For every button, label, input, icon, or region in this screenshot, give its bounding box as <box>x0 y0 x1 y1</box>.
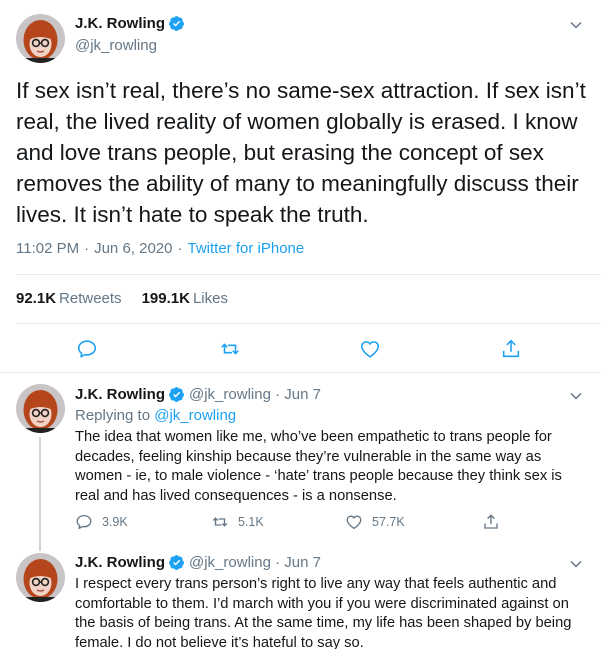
tweet-text: I respect every trans person’s right to … <box>75 576 572 649</box>
avatar[interactable] <box>16 14 65 63</box>
tweet-date[interactable]: Jun 6, 2020 <box>94 240 172 257</box>
retweets-stat[interactable]: 92.1K Retweets <box>16 290 122 307</box>
like-icon <box>346 515 362 530</box>
replying-to: Replying to @jk_rowling <box>75 407 236 424</box>
author-name-text[interactable]: J.K. Rowling <box>75 15 165 32</box>
like-count: 57.7K <box>372 515 405 529</box>
author-name[interactable]: J.K. Rowling <box>75 554 165 571</box>
share-icon[interactable] <box>500 338 522 360</box>
retweet-count: 5.1K <box>238 515 264 529</box>
tweet-stats: 92.1K Retweets 199.1K Likes <box>16 290 248 307</box>
avatar[interactable] <box>16 384 65 433</box>
chevron-down-icon[interactable] <box>569 557 583 571</box>
replying-to-handle[interactable]: @jk_rowling <box>154 407 236 424</box>
reply-icon <box>76 514 92 530</box>
replying-to-label: Replying to <box>75 407 151 424</box>
divider <box>16 323 601 324</box>
avatar[interactable] <box>16 553 65 602</box>
author-handle[interactable]: @jk_rowling <box>189 554 271 571</box>
separator-dot: · <box>270 386 285 403</box>
thread-line <box>39 437 41 543</box>
tweet-source[interactable]: Twitter for iPhone <box>188 240 305 257</box>
tweet-date[interactable]: Jun 7 <box>284 386 321 403</box>
likes-stat[interactable]: 199.1K Likes <box>142 290 228 307</box>
tweet-actions: 3.9K 5.1K 57.7K <box>75 513 505 533</box>
author-handle[interactable]: @jk_rowling <box>189 386 271 403</box>
author-name[interactable]: J.K. Rowling <box>75 15 185 32</box>
tweet-time[interactable]: 11:02 PM <box>16 240 79 257</box>
retweet-action[interactable]: 5.1K <box>211 513 264 531</box>
reply-header: J.K. Rowling @jk_rowling · Jun 7 <box>75 386 321 403</box>
chevron-down-icon[interactable] <box>569 389 583 403</box>
separator-dot: · <box>270 554 285 571</box>
tweet-actions <box>0 336 601 364</box>
main-tweet: J.K. Rowling @jk_rowling If sex isn’t re… <box>0 0 601 373</box>
chevron-down-icon[interactable] <box>569 18 583 32</box>
like-icon[interactable] <box>359 338 381 360</box>
separator-dot: · <box>84 240 90 257</box>
tweet-text: If sex isn’t real, there’s no same-sex a… <box>16 78 586 227</box>
retweet-icon[interactable] <box>219 338 241 360</box>
share-action[interactable] <box>482 513 500 531</box>
reply-header: J.K. Rowling @jk_rowling · Jun 7 <box>75 554 321 571</box>
retweets-count: 92.1K <box>16 290 57 307</box>
separator-dot: · <box>177 240 183 257</box>
reply-tweet[interactable]: J.K. Rowling @jk_rowling · Jun 7 I respe… <box>0 543 601 649</box>
tweet-date[interactable]: Jun 7 <box>284 554 321 571</box>
likes-count: 199.1K <box>141 290 190 307</box>
thread-line <box>39 543 41 551</box>
verified-badge-icon <box>169 387 184 402</box>
retweet-icon <box>212 517 228 527</box>
reply-tweet[interactable]: J.K. Rowling @jk_rowling · Jun 7 Replyin… <box>0 373 601 543</box>
author-handle[interactable]: @jk_rowling <box>75 37 157 54</box>
reply-action[interactable]: 3.9K <box>75 513 128 531</box>
author-name[interactable]: J.K. Rowling <box>75 386 165 403</box>
tweet-text: The idea that women like me, who’ve been… <box>75 429 562 504</box>
retweets-label: Retweets <box>59 290 122 307</box>
like-action[interactable]: 57.7K <box>345 513 405 531</box>
verified-badge-icon <box>169 555 184 570</box>
reply-icon[interactable] <box>76 338 98 360</box>
likes-label: Likes <box>192 290 228 307</box>
verified-badge-icon <box>169 16 184 31</box>
reply-count: 3.9K <box>102 515 128 529</box>
share-icon <box>484 514 498 529</box>
divider <box>16 274 601 275</box>
tweet-meta: 11:02 PM · Jun 6, 2020 · Twitter for iPh… <box>16 240 304 257</box>
